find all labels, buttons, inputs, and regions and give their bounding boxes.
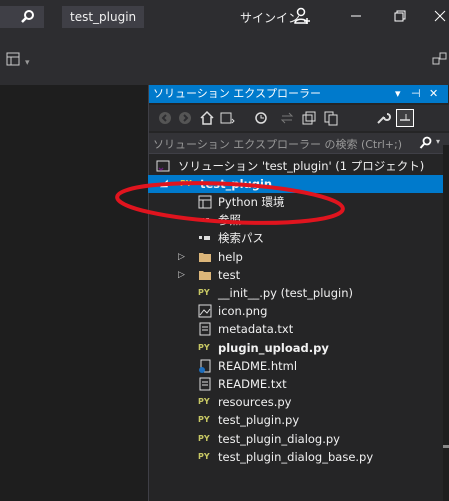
- tree-item-label: README.html: [218, 358, 298, 373]
- forward-icon[interactable]: [177, 110, 193, 126]
- scrollbar[interactable]: [443, 145, 449, 501]
- sync-icon[interactable]: [279, 110, 295, 126]
- tree-item-label: test_plugin_dialog_base.py: [218, 449, 374, 464]
- folder-icon: [198, 250, 212, 264]
- title-bar: test_plugin サインイン: [0, 0, 449, 35]
- panel-close-icon[interactable]: ✕: [429, 85, 438, 103]
- panel-dropdown-icon[interactable]: ▾: [395, 85, 401, 103]
- image-file-icon: [198, 304, 212, 318]
- tree-item-label: __init__.py (test_plugin): [218, 286, 353, 300]
- folder-icon: [198, 268, 212, 282]
- solution-node[interactable]: ソリューション 'test_plugin' (1 プロジェクト): [148, 157, 443, 175]
- python-file-icon: PY: [198, 342, 210, 352]
- tree-item-label: 検索パス: [218, 231, 264, 246]
- layout-icon[interactable]: [6, 52, 20, 66]
- tree-item[interactable]: PY resources.py: [148, 393, 443, 411]
- tree-item-label: test: [218, 267, 241, 282]
- python-file-icon: PY: [198, 415, 210, 425]
- tree-item[interactable]: ▷ test: [148, 266, 443, 284]
- restore-icon[interactable]: [392, 8, 408, 24]
- live-share-icon[interactable]: [432, 52, 448, 66]
- panel-title: ソリューション エクスプローラー: [153, 87, 321, 100]
- signin-link[interactable]: サインイン: [240, 9, 300, 26]
- search-options-icon[interactable]: ▾: [436, 137, 440, 146]
- preview-toggle-icon[interactable]: [396, 109, 414, 127]
- tree-item[interactable]: README.html: [148, 357, 443, 375]
- tree-item[interactable]: Python 環境: [148, 193, 443, 211]
- minimize-icon[interactable]: [348, 8, 364, 24]
- tree-item[interactable]: PY test_plugin_dialog_base.py: [148, 448, 443, 466]
- python-file-icon: PY: [198, 451, 210, 461]
- expand-arrow-icon[interactable]: ▷: [178, 266, 185, 284]
- tree-item-label: metadata.txt: [218, 322, 294, 337]
- tree-item-label: icon.png: [218, 304, 268, 319]
- search-path-icon: [198, 231, 212, 245]
- properties-wrench-icon[interactable]: [375, 110, 391, 126]
- expand-arrow-icon[interactable]: ▷: [178, 248, 185, 266]
- panel-title-bar[interactable]: ソリューション エクスプローラー: [149, 85, 448, 103]
- pin-icon[interactable]: ⊣: [411, 85, 421, 103]
- environment-icon: [198, 195, 212, 209]
- tree-item-label: Python 環境: [218, 195, 285, 209]
- search-icon[interactable]: [419, 136, 433, 150]
- tree-item[interactable]: PY test_plugin_dialog.py: [148, 430, 443, 448]
- tree-item[interactable]: ▷ help: [148, 248, 443, 266]
- collapse-arrow-icon[interactable]: ◢: [160, 175, 168, 193]
- python-file-icon: PY: [198, 433, 210, 443]
- tree-item[interactable]: 参照: [148, 211, 443, 229]
- project-node[interactable]: ◢ PY test_plugin: [148, 175, 443, 193]
- close-icon[interactable]: [432, 8, 448, 24]
- text-file-icon: [198, 322, 212, 336]
- project-name-label: test_plugin: [62, 6, 145, 28]
- solution-icon: [156, 160, 170, 172]
- tree-item[interactable]: 検索パス: [148, 229, 443, 247]
- python-file-icon: PY: [198, 397, 210, 407]
- pending-changes-icon[interactable]: [253, 110, 269, 126]
- quick-launch-search[interactable]: [0, 6, 44, 28]
- solution-search-input[interactable]: ソリューション エクスプローラー の検索 (Ctrl+;) ▾: [149, 133, 449, 154]
- project-label: test_plugin: [200, 177, 273, 191]
- search-placeholder: ソリューション エクスプローラー の検索 (Ctrl+;): [153, 138, 403, 151]
- panel-toolbar: [149, 105, 449, 131]
- tree-item-label: help: [218, 249, 243, 264]
- tree-item-label: test_plugin_dialog.py: [218, 431, 340, 446]
- main-toolbar: [0, 35, 449, 85]
- tree-item[interactable]: PY __init__.py (test_plugin): [148, 284, 443, 302]
- tree-item-label: plugin_upload.py: [218, 340, 329, 355]
- solution-switch-icon[interactable]: [219, 110, 235, 126]
- tree-item-label: 参照: [218, 213, 241, 228]
- tree-item[interactable]: icon.png: [148, 302, 443, 320]
- tree-item[interactable]: PY test_plugin.py: [148, 411, 443, 429]
- references-icon: [198, 213, 212, 227]
- tree-item[interactable]: README.txt: [148, 375, 443, 393]
- back-icon[interactable]: [157, 110, 173, 126]
- home-icon[interactable]: [199, 110, 215, 126]
- show-all-files-icon[interactable]: [323, 110, 339, 126]
- tree-item-label: test_plugin.py: [218, 413, 300, 428]
- editor-area: [0, 85, 148, 501]
- search-icon: [21, 10, 34, 23]
- user-add-icon[interactable]: [294, 7, 312, 25]
- html-file-icon: [198, 359, 212, 373]
- collapse-all-icon[interactable]: [301, 110, 317, 126]
- python-project-icon: PY: [180, 179, 192, 188]
- tree-item[interactable]: PY plugin_upload.py: [148, 339, 443, 357]
- text-file-icon: [198, 377, 212, 391]
- tree-item[interactable]: metadata.txt: [148, 320, 443, 338]
- solution-label: ソリューション 'test_plugin' (1 プロジェクト): [178, 159, 425, 173]
- tree-item-label: README.txt: [218, 377, 287, 391]
- tree-item-label: resources.py: [218, 395, 292, 410]
- python-file-icon: PY: [198, 288, 210, 297]
- layout-dropdown-icon[interactable]: ▾: [25, 58, 30, 68]
